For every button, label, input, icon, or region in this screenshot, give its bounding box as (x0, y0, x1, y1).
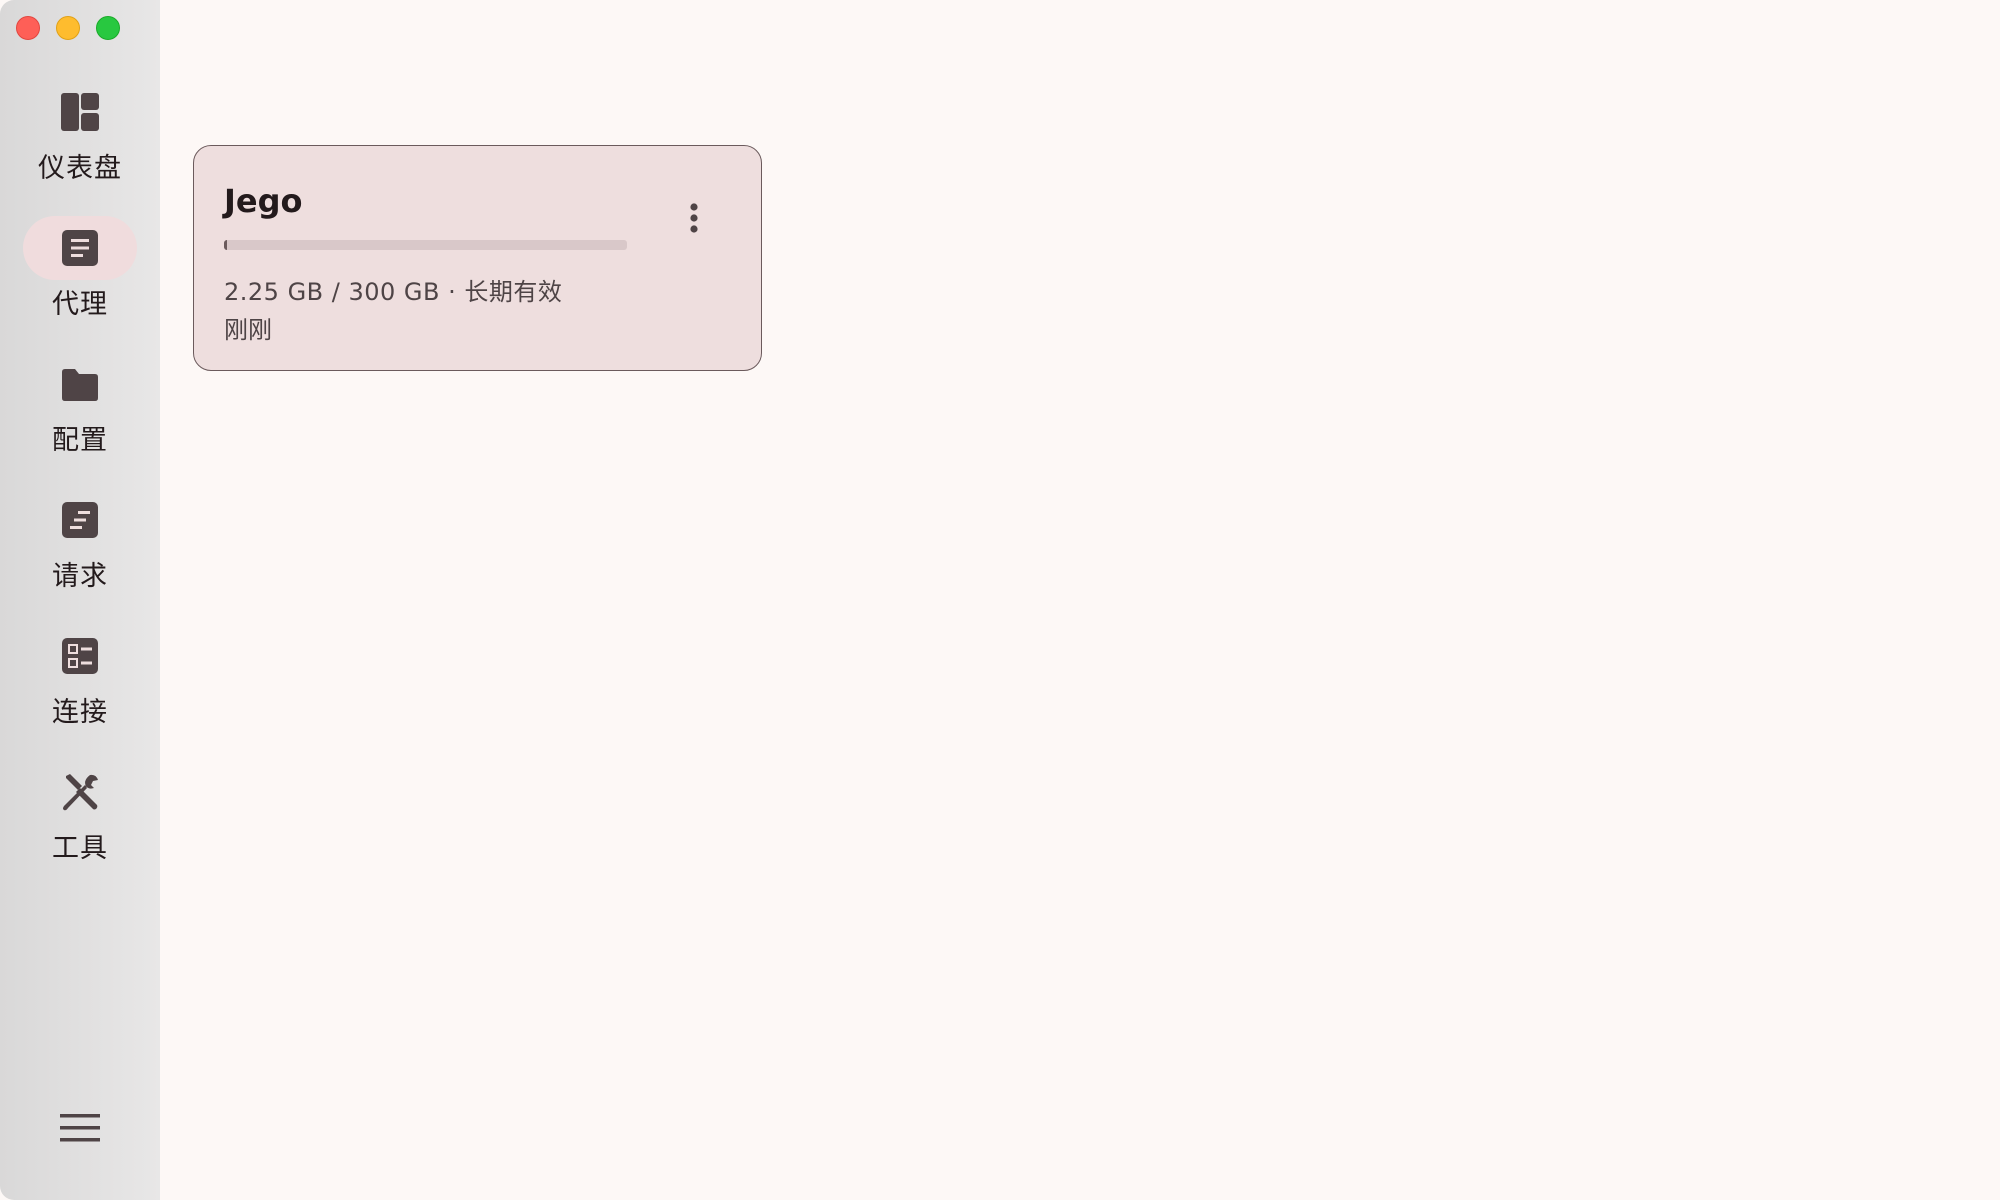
proxy-list-icon (62, 230, 98, 266)
sidebar: 仪表盘 代理 配置 请求 连接 工具 (0, 0, 160, 1200)
connections-icon (62, 638, 98, 674)
usage-progress-bar (224, 240, 627, 250)
sidebar-item-proxy[interactable]: 代理 (0, 216, 160, 336)
close-window-button[interactable] (16, 16, 40, 40)
usage-progress-fill (224, 240, 228, 250)
hamburger-menu-icon[interactable] (58, 1110, 102, 1146)
minimize-window-button[interactable] (56, 16, 80, 40)
sidebar-item-requests[interactable]: 请求 (0, 488, 160, 608)
profile-name: Jego (224, 182, 303, 220)
sidebar-item-config[interactable]: 配置 (0, 352, 160, 472)
tools-icon (63, 774, 98, 811)
sidebar-item-label: 仪表盘 (38, 153, 122, 184)
sidebar-item-dashboard[interactable]: 仪表盘 (0, 80, 160, 200)
sidebar-item-connections[interactable]: 连接 (0, 624, 160, 744)
sidebar-item-label: 连接 (52, 697, 108, 728)
dashboard-icon (61, 93, 99, 131)
sidebar-item-tools[interactable]: 工具 (0, 760, 160, 880)
folder-icon (62, 369, 98, 401)
usage-text: 2.25 GB / 300 GB · 长期有效 (224, 278, 563, 306)
sidebar-item-label: 工具 (52, 833, 108, 864)
updated-time: 刚刚 (224, 316, 272, 344)
requests-icon (62, 502, 98, 538)
sidebar-item-label: 配置 (52, 425, 108, 456)
app-window: 仪表盘 代理 配置 请求 连接 工具 Jego 2.25 GB / 300 GB… (0, 0, 2000, 1200)
profile-card[interactable]: Jego 2.25 GB / 300 GB · 长期有效 刚刚 (193, 145, 762, 371)
maximize-window-button[interactable] (96, 16, 120, 40)
sidebar-item-label: 代理 (52, 289, 108, 320)
more-vert-icon[interactable] (680, 198, 708, 238)
sidebar-item-label: 请求 (52, 561, 108, 592)
